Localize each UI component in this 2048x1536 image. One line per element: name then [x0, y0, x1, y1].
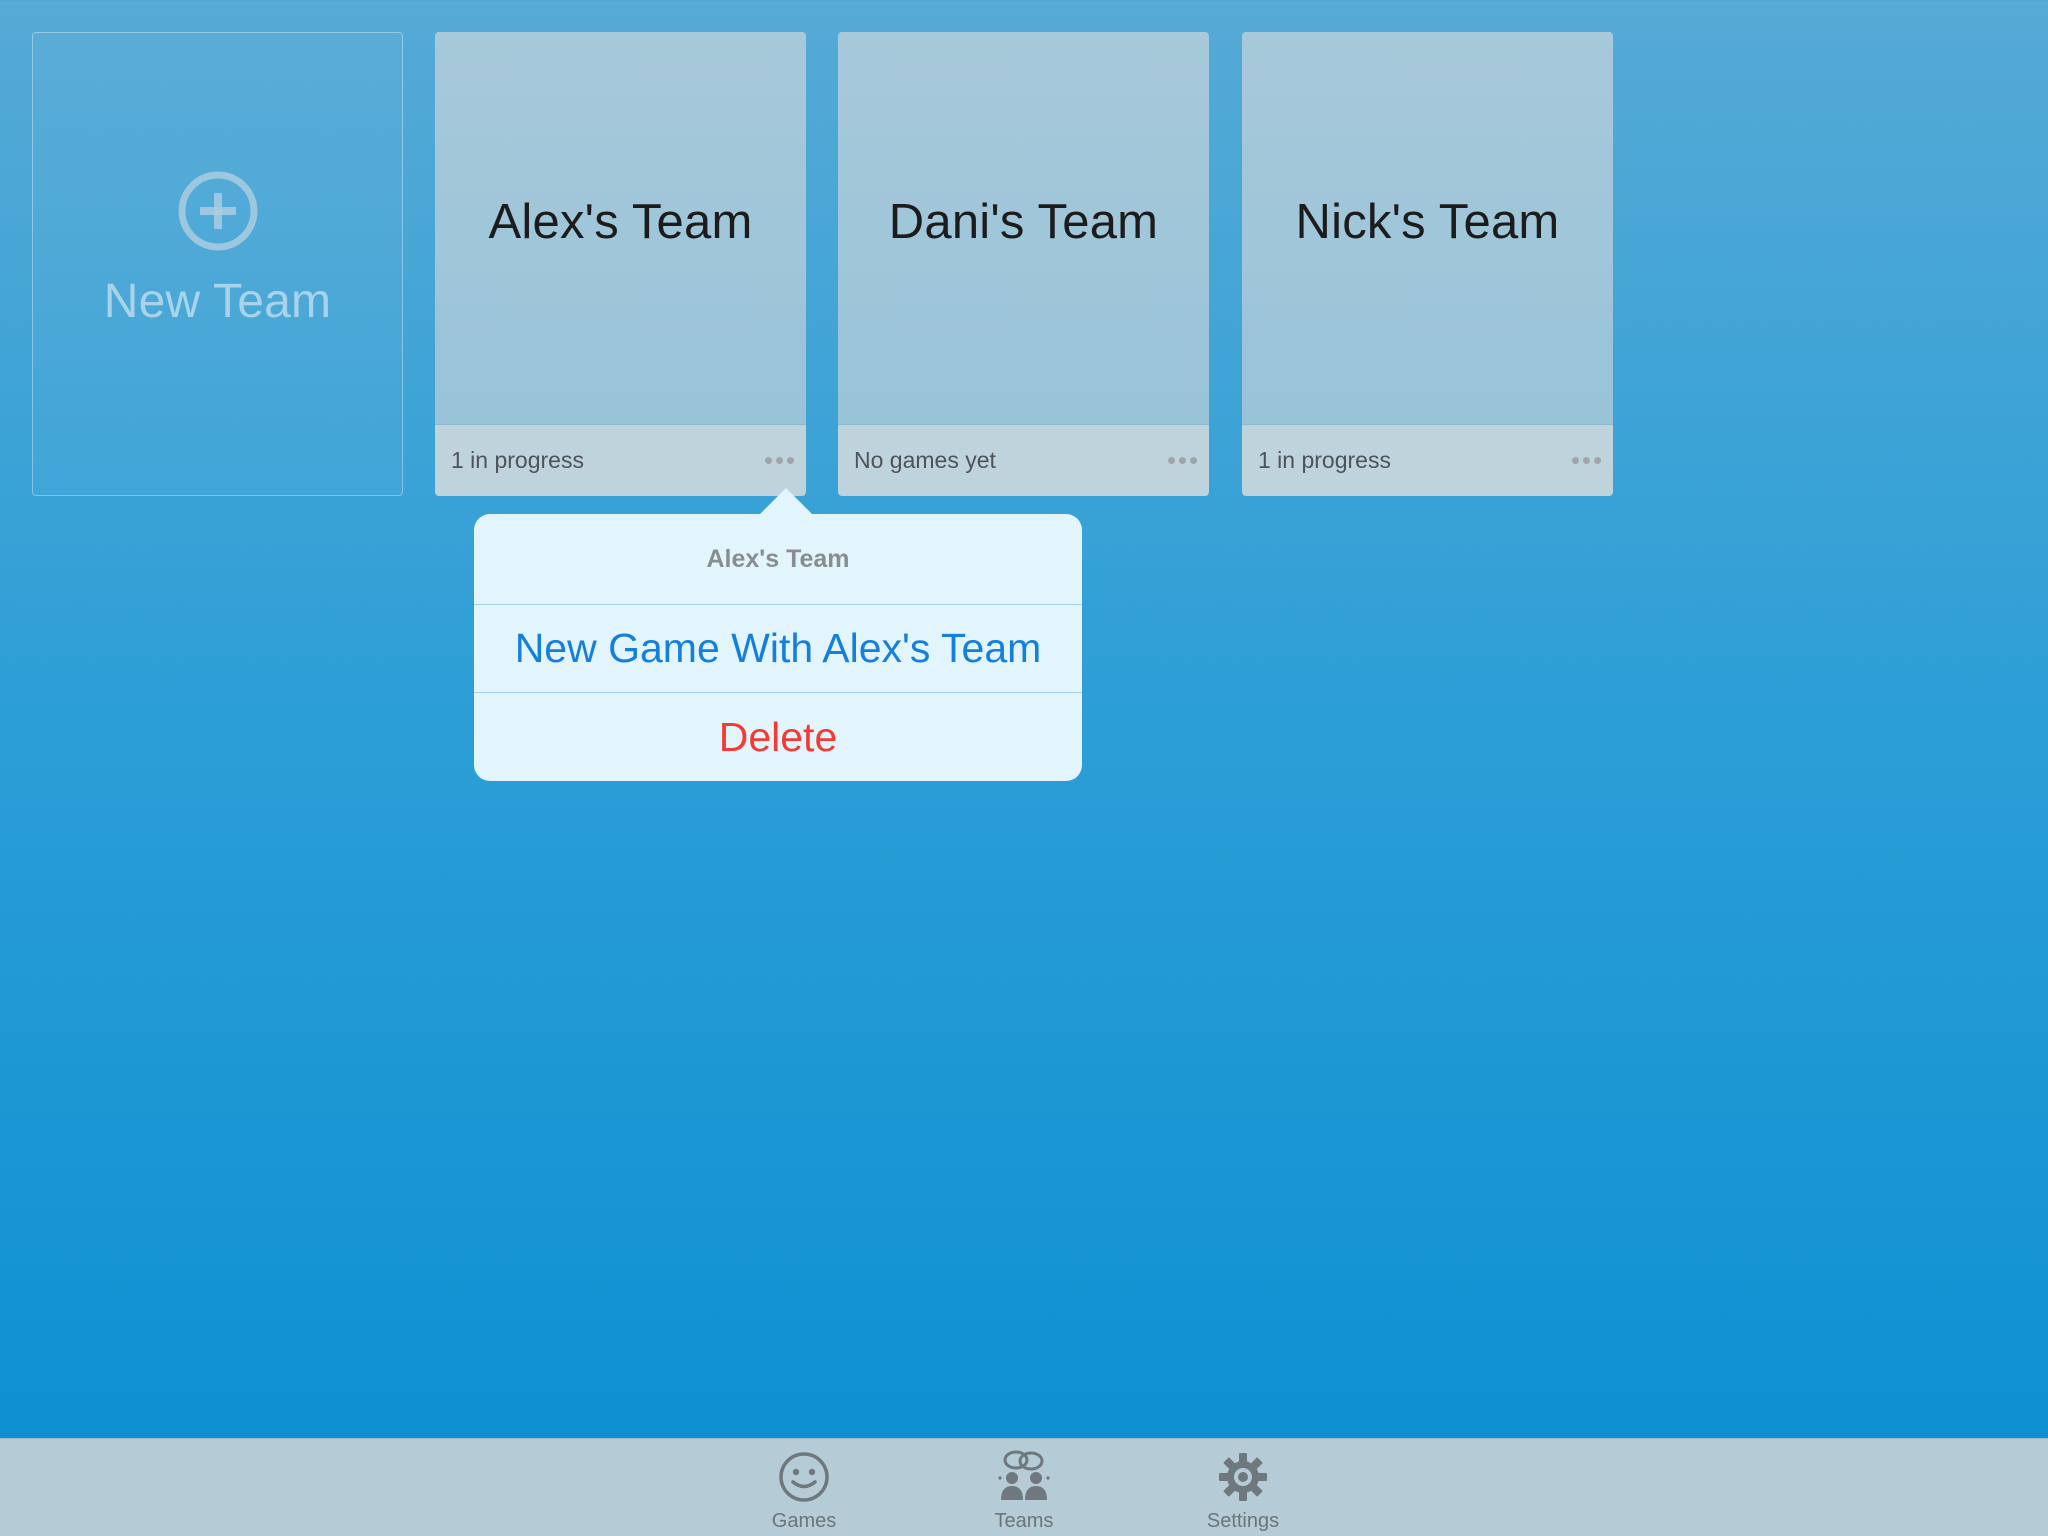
team-card-dani[interactable]: Dani's Team No games yet	[838, 32, 1209, 496]
ellipsis-icon[interactable]	[763, 451, 796, 470]
team-name: Nick's Team	[1295, 195, 1560, 249]
team-card-footer: No games yet	[838, 424, 1209, 496]
tab-label: Games	[771, 1510, 837, 1532]
new-team-tile[interactable]: New Team	[32, 32, 403, 496]
delete-button[interactable]: Delete	[474, 693, 1082, 781]
people-icon	[996, 1450, 1052, 1504]
gear-icon	[1215, 1450, 1271, 1504]
tab-teams[interactable]: Teams	[954, 1439, 1094, 1536]
ellipsis-icon[interactable]	[1570, 451, 1603, 470]
popover-arrow	[760, 488, 812, 514]
smiley-icon	[776, 1450, 832, 1504]
team-card-footer: 1 in progress	[435, 424, 806, 496]
tab-settings[interactable]: Settings	[1173, 1439, 1313, 1536]
team-status: 1 in progress	[1258, 447, 1391, 473]
team-card-footer: 1 in progress	[1242, 424, 1613, 496]
popover-title: Alex's Team	[474, 514, 1082, 605]
team-name: Dani's Team	[888, 195, 1159, 249]
tab-bar: Games Teams Settings	[0, 1438, 2048, 1536]
team-card-alex[interactable]: Alex's Team 1 in progress	[435, 32, 806, 496]
team-card-body[interactable]: Alex's Team	[435, 32, 806, 424]
tab-label: Teams	[994, 1510, 1054, 1532]
team-status: No games yet	[854, 447, 996, 473]
ellipsis-icon[interactable]	[1166, 451, 1199, 470]
plus-circle-icon	[177, 170, 259, 252]
team-actions-popover: Alex's Team New Game With Alex's Team De…	[474, 488, 1082, 781]
tab-games[interactable]: Games	[734, 1439, 874, 1536]
team-name: Alex's Team	[488, 195, 753, 249]
team-card-body[interactable]: Dani's Team	[838, 32, 1209, 424]
team-card-nick[interactable]: Nick's Team 1 in progress	[1242, 32, 1613, 496]
new-game-button[interactable]: New Game With Alex's Team	[474, 605, 1082, 693]
new-team-label: New Team	[103, 274, 332, 328]
team-status: 1 in progress	[451, 447, 584, 473]
team-card-body[interactable]: Nick's Team	[1242, 32, 1613, 424]
tab-label: Settings	[1206, 1510, 1280, 1532]
